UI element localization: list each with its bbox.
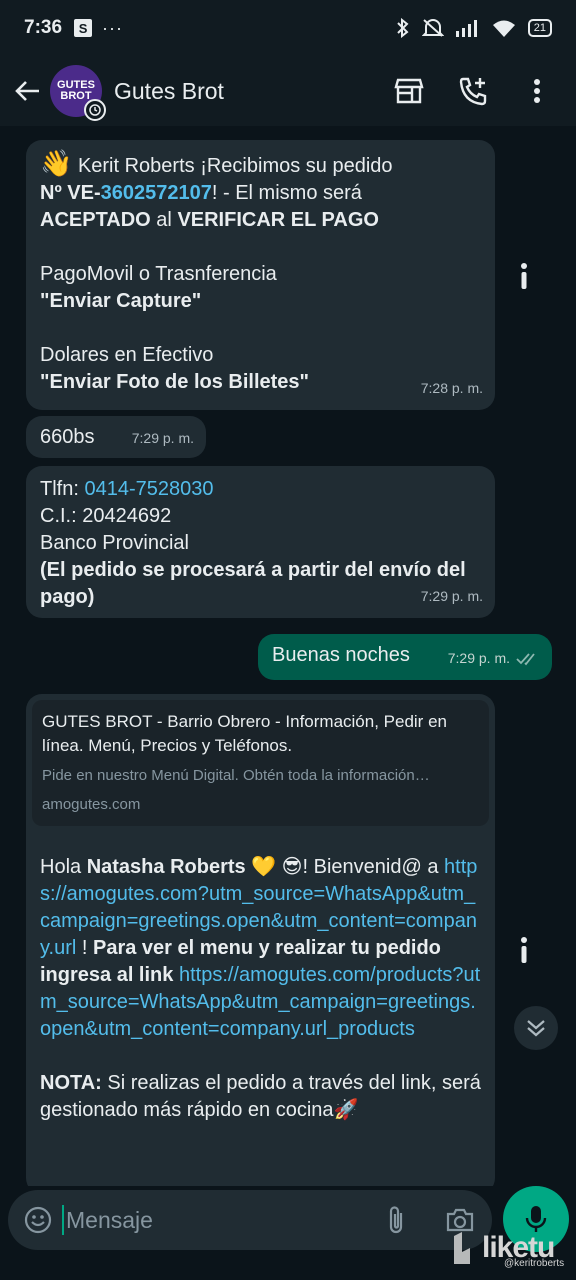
- process-note: (El pedido se procesará a partir del env…: [40, 559, 466, 608]
- app-notification-icon: S: [74, 19, 93, 37]
- payment-method-1-action: "Enviar Capture": [40, 290, 202, 312]
- a-text: a: [427, 856, 445, 878]
- preview-description: Pide en nuestro Menú Digital. Obtén toda…: [42, 767, 430, 784]
- welcome-body: Hola Natasha Roberts 💛 😎! Bienvenid@ a h…: [32, 826, 489, 1124]
- phone-link[interactable]: 0414-7528030: [84, 478, 213, 500]
- preview-domain: amogutes.com: [42, 796, 141, 813]
- liketu-logo-icon: [454, 1232, 470, 1264]
- message-outgoing[interactable]: Buenas noches 7:29 p. m.: [258, 634, 552, 680]
- store-icon[interactable]: [392, 74, 426, 108]
- message-line: ACEPTADO al VERIFICAR EL PAGO: [40, 207, 481, 234]
- message-line: 👋 Kerit Roberts ¡Recibimos su pedido: [40, 150, 481, 180]
- id-text: C.I.: 20424692: [40, 505, 172, 527]
- back-arrow-icon[interactable]: [6, 69, 50, 113]
- welcome-emojis: 💛 😎: [245, 856, 303, 878]
- more-notifications-icon: ···: [102, 17, 124, 38]
- message-line: Tlfn: 0414-7528030: [40, 476, 481, 503]
- emoji-icon[interactable]: [18, 1200, 58, 1240]
- hola-text: Hola: [40, 856, 87, 878]
- chat-area[interactable]: 👋 Kerit Roberts ¡Recibimos su pedido Nº …: [0, 126, 576, 1186]
- link-preview[interactable]: GUTES BROT - Barrio Obrero - Información…: [32, 700, 489, 826]
- message-line: Nº VE-3602572107! - El mismo será: [40, 180, 481, 207]
- payment-method-1: PagoMovil o Trasnferencia: [40, 263, 277, 285]
- nota-line: NOTA: Si realizas el pedido a través del…: [40, 1070, 481, 1124]
- al-text: al: [150, 209, 178, 231]
- message-input[interactable]: [62, 1205, 376, 1235]
- chat-header: GUTES BROT Gutes Brot: [0, 56, 576, 126]
- battery-icon: 21: [527, 19, 552, 37]
- info-icon[interactable]: [512, 256, 536, 296]
- preview-title: GUTES BROT - Barrio Obrero - Información…: [42, 712, 447, 755]
- watermark-user: @keritroberts: [504, 1258, 565, 1269]
- payment-method-2: Dolares en Efectivo: [40, 344, 214, 366]
- phone-label: Tlfn:: [40, 478, 85, 500]
- scroll-to-bottom-button[interactable]: [514, 1006, 558, 1050]
- order-prefix: Nº VE-: [40, 182, 101, 204]
- message-time: 7:29 p. m.: [447, 650, 510, 666]
- double-chevron-down-icon: [527, 1020, 545, 1037]
- status-time: 7:36: [24, 17, 63, 38]
- bluetooth-icon: [397, 18, 409, 38]
- outgoing-text: Buenas noches: [272, 644, 410, 666]
- message-payment-info[interactable]: Tlfn: 0414-7528030 C.I.: 20424692 Banco …: [26, 466, 495, 618]
- signal-icon: [455, 20, 477, 37]
- greeting-text: Kerit Roberts ¡Recibimos su pedido: [77, 155, 393, 177]
- info-icon[interactable]: [512, 930, 536, 970]
- watermark: liketu @keritroberts: [450, 1228, 564, 1269]
- nota-label: NOTA:: [40, 1072, 102, 1094]
- amount-text: 660bs: [40, 426, 95, 448]
- order-suffix: ! - El mismo será: [211, 182, 362, 204]
- mute-icon: [421, 19, 444, 37]
- double-check-icon: [516, 652, 535, 665]
- accepted-text: ACEPTADO: [40, 209, 151, 231]
- message-time: 7:28 p. m.: [420, 380, 483, 396]
- message-composer: [8, 1190, 492, 1250]
- wifi-icon: [492, 20, 515, 37]
- message-order-received[interactable]: 👋 Kerit Roberts ¡Recibimos su pedido Nº …: [26, 140, 495, 410]
- message-time: 7:29 p. m.: [420, 588, 483, 604]
- more-vert-icon[interactable]: [520, 74, 554, 108]
- verify-text: VERIFICAR EL PAGO: [177, 209, 379, 231]
- timer-icon: [84, 99, 106, 121]
- customer-name: Natasha Roberts: [86, 856, 246, 878]
- nota-text: Si realizas el pedido a través del link,…: [40, 1072, 481, 1121]
- add-call-icon[interactable]: [456, 74, 490, 108]
- message-meta: 7:29 p. m.: [448, 645, 540, 672]
- message-amount[interactable]: 660bs 7:29 p. m.: [26, 416, 206, 458]
- attach-icon[interactable]: [376, 1200, 416, 1240]
- avatar[interactable]: GUTES BROT: [50, 65, 106, 121]
- message-time: 7:29 p. m.: [131, 430, 194, 446]
- welcome-text: ! Bienvenid@: [302, 856, 422, 878]
- wave-emoji: 👋: [40, 148, 73, 178]
- chat-title[interactable]: Gutes Brot: [114, 78, 224, 105]
- status-bar: 7:36 S ··· 21: [0, 0, 576, 56]
- message-welcome[interactable]: GUTES BROT - Barrio Obrero - Información…: [26, 694, 495, 1186]
- order-number-link[interactable]: 3602572107: [101, 182, 212, 204]
- bank-text: Banco Provincial: [40, 532, 189, 554]
- avatar-text-bottom: BROT: [60, 90, 92, 102]
- excl-text: !: [76, 937, 93, 959]
- payment-method-2-action: "Enviar Foto de los Billetes": [40, 371, 310, 393]
